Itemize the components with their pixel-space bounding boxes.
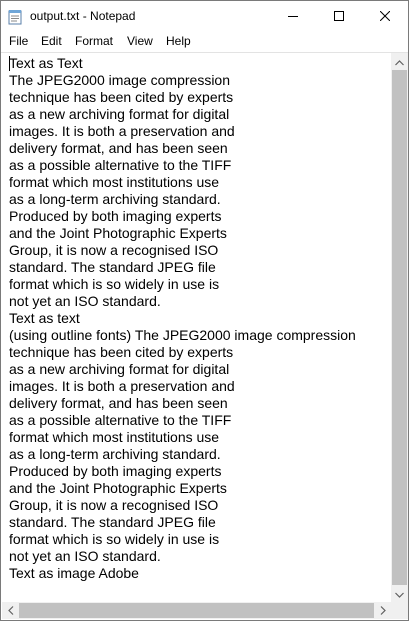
text-line: standard. The standard JPEG file [9, 259, 216, 275]
text-line: technique has been cited by experts [9, 89, 234, 105]
title-bar[interactable]: output.txt - Notepad [1, 1, 408, 32]
text-line: not yet an ISO standard. [9, 548, 161, 564]
minimize-icon [288, 8, 298, 26]
text-line: Text as text [9, 310, 80, 326]
text-line: format which most institutions use [9, 429, 220, 445]
text-line: delivery format, and has been seen [9, 140, 228, 156]
text-line: as a long-term archiving standard. [9, 191, 221, 207]
scroll-left-button[interactable] [2, 602, 19, 619]
horizontal-scroll-thumb[interactable] [19, 603, 374, 618]
text-line: Text as image Adobe [9, 565, 139, 581]
menu-bar: File Edit Format View Help [1, 32, 408, 52]
text-line: standard. The standard JPEG file [9, 514, 216, 530]
notepad-window: output.txt - Notepad File Edit Format Vi… [0, 0, 409, 621]
text-line: Produced by both imaging experts [9, 463, 222, 479]
text-line: Group, it is now a recognised ISO [9, 242, 219, 258]
text-line: (using outline fonts) The JPEG2000 image… [9, 327, 356, 343]
text-line: images. It is both a preservation and [9, 123, 235, 139]
text-line: technique has been cited by experts [9, 344, 234, 360]
menu-edit[interactable]: Edit [40, 34, 63, 48]
text-line: The JPEG2000 image compression [9, 72, 230, 88]
text-line: delivery format, and has been seen [9, 395, 228, 411]
maximize-icon [334, 8, 344, 26]
text-line: and the Joint Photographic Experts [9, 225, 227, 241]
text-line: as a new archiving format for digital [9, 361, 230, 377]
menu-file[interactable]: File [8, 34, 29, 48]
text-line: Text as Text [9, 55, 83, 71]
chevron-left-icon [7, 602, 14, 620]
close-button[interactable] [362, 1, 408, 32]
horizontal-scrollbar[interactable] [2, 602, 391, 619]
text-line: as a possible alternative to the TIFF [9, 157, 232, 173]
vertical-scroll-thumb[interactable] [392, 70, 407, 585]
text-line: format which most institutions use [9, 174, 220, 190]
document-text[interactable]: Text as Text The JPEG2000 image compressi… [9, 55, 389, 595]
text-line: as a long-term archiving standard. [9, 446, 221, 462]
text-line: Group, it is now a recognised ISO [9, 497, 219, 513]
text-line: format which is so widely in use is [9, 276, 220, 292]
text-line: as a possible alternative to the TIFF [9, 412, 232, 428]
notepad-icon[interactable] [8, 9, 22, 25]
chevron-up-icon [395, 53, 404, 71]
text-caret [9, 56, 10, 71]
text-line: Produced by both imaging experts [9, 208, 222, 224]
menu-help[interactable]: Help [165, 34, 192, 48]
scroll-down-button[interactable] [391, 585, 408, 602]
chevron-right-icon [380, 602, 386, 620]
menu-format[interactable]: Format [74, 34, 114, 48]
close-icon [379, 8, 391, 26]
window-title: output.txt - Notepad [30, 9, 136, 23]
text-line: not yet an ISO standard. [9, 293, 161, 309]
resize-grip[interactable] [391, 602, 408, 619]
scroll-right-button[interactable] [374, 602, 391, 619]
text-line: as a new archiving format for digital [9, 106, 230, 122]
chevron-down-icon [395, 585, 404, 603]
text-line: and the Joint Photographic Experts [9, 480, 227, 496]
scroll-up-button[interactable] [391, 53, 408, 70]
menu-view[interactable]: View [126, 34, 154, 48]
minimize-button[interactable] [270, 1, 316, 32]
text-line: format which is so widely in use is [9, 531, 220, 547]
text-line: images. It is both a preservation and [9, 378, 235, 394]
maximize-button[interactable] [316, 1, 362, 32]
vertical-scrollbar[interactable] [391, 53, 408, 602]
